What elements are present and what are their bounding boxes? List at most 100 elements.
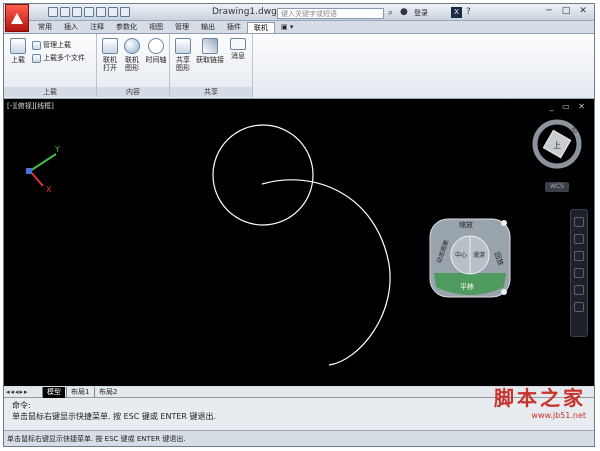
content-panel: 联机 打开 联机 图形 时间轴 内容 xyxy=(97,34,170,97)
drawing-viewport[interactable]: [-][俯视][线框] _ ▭ ✕ Y X 上 北 缩放 动态观察 中心 漫游 … xyxy=(4,99,594,386)
get-link-button[interactable]: 获取链接 xyxy=(194,38,226,64)
watermark-title: 脚本之家 xyxy=(494,386,586,410)
wcs-menu[interactable]: WCS xyxy=(545,182,569,192)
content-panel-label: 内容 xyxy=(97,87,169,97)
tab-plugins[interactable]: 插件 xyxy=(221,22,247,33)
manage-upload-label: 管理上载 xyxy=(43,41,71,49)
timeline-button[interactable]: 时间轴 xyxy=(144,38,168,64)
ribbon: 上载 管理上载 上载多个文件 上载 联机 打开 联机 图形 时间轴 内容 共享 … xyxy=(4,33,594,99)
drawn-arc[interactable] xyxy=(261,179,391,366)
nav-zoom-icon[interactable] xyxy=(574,251,584,261)
share-label-2: 图形 xyxy=(176,64,190,72)
message-button[interactable]: 消息 xyxy=(228,38,248,60)
clock-icon xyxy=(148,38,164,54)
search-icon[interactable]: ⌕ xyxy=(388,8,393,18)
tab-layout1[interactable]: 布局1 xyxy=(66,387,93,398)
tab-model[interactable]: 模型 xyxy=(42,387,65,398)
wheel-pan-label[interactable]: 平移 xyxy=(460,282,474,291)
nav-pan-icon[interactable] xyxy=(574,234,584,244)
user-icon[interactable]: ● xyxy=(400,7,408,17)
tab-manage[interactable]: 管理 xyxy=(169,22,195,33)
manage-upload-button[interactable]: 管理上载 xyxy=(32,40,71,50)
plot-icon[interactable] xyxy=(96,7,106,17)
compass-north-label: 北 xyxy=(571,126,577,134)
wheel-walk-label[interactable]: 漫游 xyxy=(473,251,485,259)
open-file-icon[interactable] xyxy=(60,7,70,17)
command-history-line: 单击鼠标右键显示快捷菜单. 按 ESC 键或 ENTER 键退出. xyxy=(12,412,217,421)
wheel-close-icon[interactable] xyxy=(501,220,507,226)
minimize-button[interactable]: ─ xyxy=(541,6,557,18)
tab-output[interactable]: 输出 xyxy=(195,22,221,33)
online-shape-button[interactable]: 联机 图形 xyxy=(122,38,142,72)
tab-panel-toggle[interactable]: ▣ ▾ xyxy=(275,22,299,33)
status-bar: 单击鼠标右键显示快捷菜单. 按 ESC 键或 ENTER 键退出. xyxy=(4,433,594,446)
wheel-center-label[interactable]: 中心 xyxy=(455,251,467,259)
tab-annotate[interactable]: 注释 xyxy=(84,22,110,33)
nav-extra-icon[interactable] xyxy=(574,302,584,312)
online-open-button[interactable]: 联机 打开 xyxy=(100,38,120,72)
tab-home[interactable]: 常用 xyxy=(32,22,58,33)
help-icon[interactable]: ? xyxy=(466,7,471,17)
exchange-button[interactable]: X xyxy=(451,7,462,18)
navigation-bar xyxy=(570,209,588,337)
layout-tab-nav-arrows[interactable]: ◂◂◂▸▸ xyxy=(6,388,29,396)
share-icon xyxy=(175,38,191,54)
mail-icon xyxy=(230,38,246,50)
manage-upload-icon xyxy=(32,40,41,50)
quick-access-toolbar xyxy=(48,7,130,17)
message-label: 消息 xyxy=(231,52,245,60)
title-bar: Drawing1.dwg 键入关键字或短语 ⌕ ● 登录 X ? ─ □ ✕ xyxy=(4,4,594,32)
new-file-icon[interactable] xyxy=(48,7,58,17)
tab-layout2[interactable]: 布局2 xyxy=(94,387,121,398)
upload-panel: 上载 管理上载 上载多个文件 上载 xyxy=(4,34,97,97)
ucs-y-axis xyxy=(29,153,57,172)
drawing-canvas[interactable]: Y X 上 北 缩放 动态观察 中心 漫游 回放 平移 xyxy=(4,99,594,386)
online-open-label-1: 联机 xyxy=(103,56,117,64)
online-open-label-2: 打开 xyxy=(103,64,117,72)
steering-wheel[interactable]: 缩放 动态观察 中心 漫游 回放 平移 xyxy=(429,218,511,298)
search-input[interactable]: 键入关键字或短语 xyxy=(277,8,384,19)
autocad-logo-icon xyxy=(11,12,23,24)
globe-icon xyxy=(124,38,140,54)
redo-icon[interactable] xyxy=(120,7,130,17)
nav-showmotion-icon[interactable] xyxy=(574,285,584,295)
upload-panel-label: 上载 xyxy=(4,87,96,97)
wheel-zoom-label[interactable]: 缩放 xyxy=(459,220,473,229)
drawn-circle[interactable] xyxy=(212,124,314,226)
close-button[interactable]: ✕ xyxy=(575,6,591,18)
tab-parametric[interactable]: 参数化 xyxy=(110,22,143,33)
timeline-label: 时间轴 xyxy=(145,56,167,64)
share-panel-label: 共享 xyxy=(170,87,252,97)
nav-steering-wheel-icon[interactable] xyxy=(574,217,584,227)
online-shape-label-2: 图形 xyxy=(125,64,139,72)
folder-cloud-icon xyxy=(102,38,118,54)
tab-online[interactable]: 联机 xyxy=(247,22,275,33)
wheel-menu-icon[interactable] xyxy=(501,289,507,295)
upload-multiple-button[interactable]: 上载多个文件 xyxy=(32,53,85,63)
tab-insert[interactable]: 插入 xyxy=(58,22,84,33)
autocad-window: Drawing1.dwg 键入关键字或短语 ⌕ ● 登录 X ? ─ □ ✕ 常… xyxy=(3,3,595,447)
window-controls: ─ □ ✕ xyxy=(541,6,591,18)
watermark: 脚本之家 www.jb51.net xyxy=(494,382,586,420)
maximize-button[interactable]: □ xyxy=(558,6,574,18)
upload-label: 上载 xyxy=(11,56,25,64)
get-link-label: 获取链接 xyxy=(196,56,224,64)
ucs-y-label: Y xyxy=(54,145,60,154)
ribbon-tabs: 常用 插入 注释 参数化 视图 管理 输出 插件 联机 ▣ ▾ xyxy=(32,22,299,33)
tab-view[interactable]: 视图 xyxy=(143,22,169,33)
share-panel: 共享 图形 获取链接 消息 共享 xyxy=(170,34,253,97)
undo-icon[interactable] xyxy=(108,7,118,17)
watermark-url: www.jb51.net xyxy=(531,411,586,420)
viewcube[interactable]: 上 北 xyxy=(532,119,582,169)
save-icon[interactable] xyxy=(72,7,82,17)
document-title: Drawing1.dwg xyxy=(212,7,277,17)
save-as-icon[interactable] xyxy=(84,7,94,17)
login-button[interactable]: 登录 xyxy=(414,8,428,18)
upload-icon xyxy=(10,38,26,54)
share-drawing-button[interactable]: 共享 图形 xyxy=(173,38,193,72)
nav-orbit-icon[interactable] xyxy=(574,268,584,278)
upload-multiple-icon xyxy=(32,53,41,63)
viewcube-face-label: 上 xyxy=(553,141,561,150)
app-menu-button[interactable] xyxy=(5,4,29,32)
upload-button[interactable]: 上载 xyxy=(8,38,28,64)
